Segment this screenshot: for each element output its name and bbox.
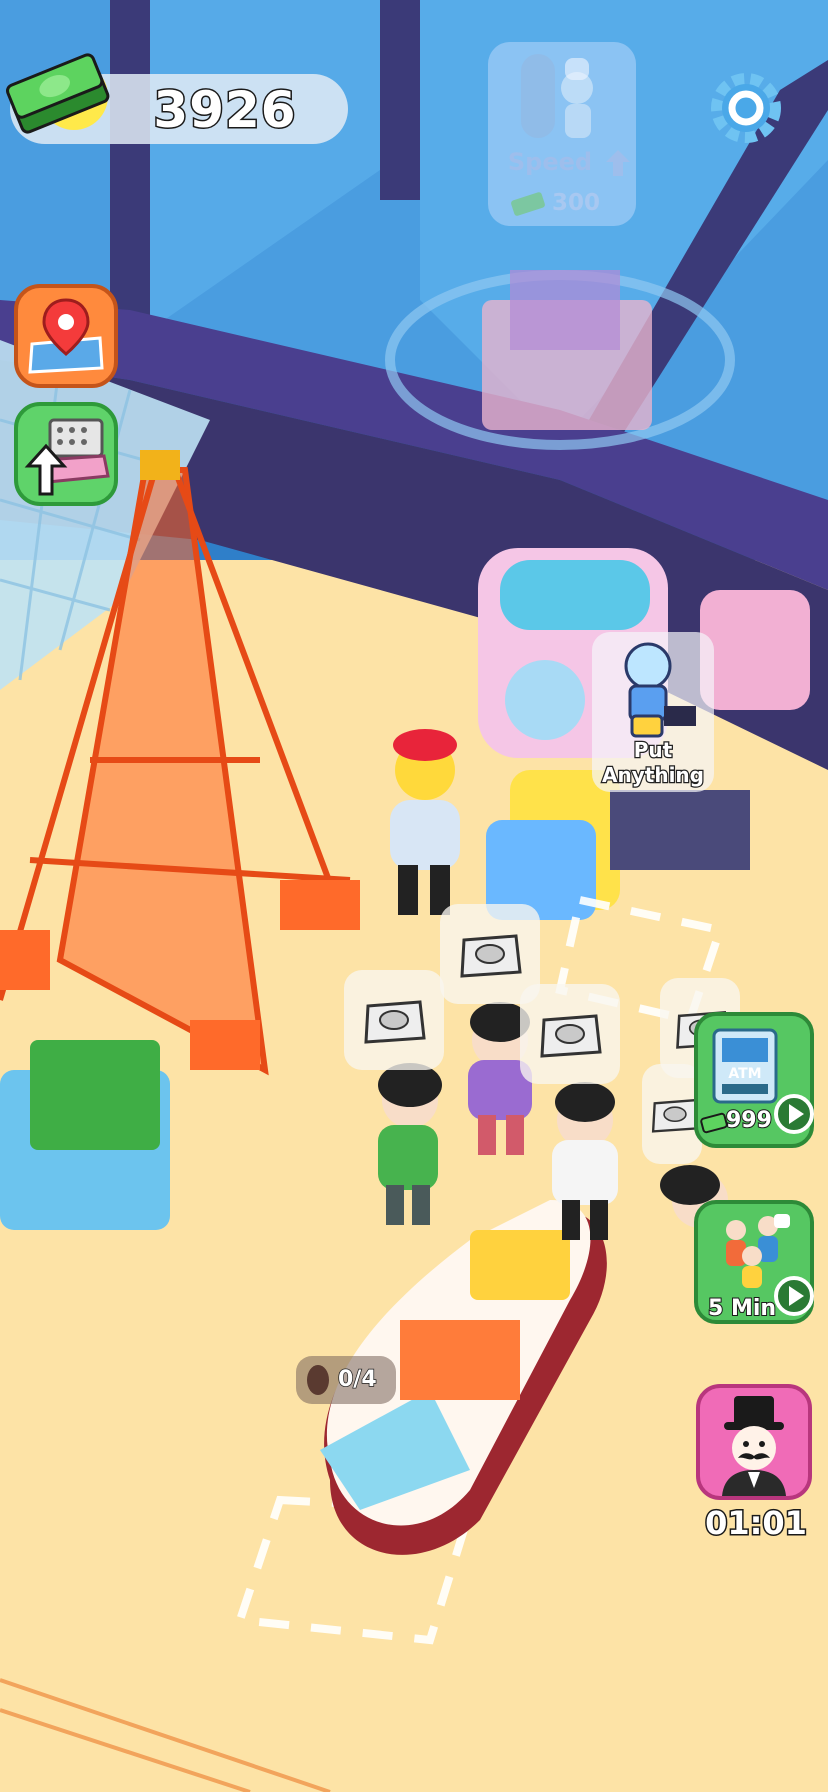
atm-machine-icon: ATM xyxy=(712,1028,778,1104)
cash-icon xyxy=(511,192,545,216)
map-pin-icon xyxy=(28,298,104,374)
order-bubble xyxy=(642,1064,702,1164)
play-video-icon xyxy=(774,1276,814,1316)
speed-label: Speed xyxy=(507,148,593,176)
oyster-plate-icon xyxy=(460,934,522,978)
vip-customer-button[interactable] xyxy=(696,1384,812,1500)
cash-stack-icon xyxy=(5,53,110,134)
oyster-plate-icon xyxy=(540,1014,602,1058)
gear-icon xyxy=(711,73,781,143)
workbench-upgrade-icon xyxy=(24,418,110,496)
atm-text: ATM xyxy=(728,1066,761,1082)
order-bubble xyxy=(344,970,444,1070)
vip-timer: 01:01 xyxy=(704,1503,809,1544)
arrow-up-icon xyxy=(606,150,630,176)
speed-boost-label: 5 Min xyxy=(707,1295,777,1322)
workbench-upgrade-button[interactable] xyxy=(14,402,118,506)
money-value: 3926 xyxy=(152,80,297,141)
put-anything-line2: Anything xyxy=(601,762,705,789)
gentleman-top-hat-icon xyxy=(722,1396,786,1496)
settings-button[interactable] xyxy=(704,66,788,150)
oyster-plate-icon xyxy=(364,1000,426,1044)
cash-icon xyxy=(700,1112,728,1134)
map-button[interactable] xyxy=(14,284,118,388)
order-bubble xyxy=(520,984,620,1084)
atm-cost: 999 xyxy=(725,1107,773,1134)
put-anything-line1: Put xyxy=(633,737,674,764)
speed-cost: 300 xyxy=(552,190,601,216)
counter-progress: 0/4 xyxy=(337,1366,377,1393)
gacha-machine-icon xyxy=(624,642,696,738)
chef-icon xyxy=(521,54,593,138)
meat-icon xyxy=(307,1365,329,1395)
put-anything-label: Put Anything xyxy=(592,737,714,792)
oyster-plate-icon xyxy=(651,1098,700,1133)
